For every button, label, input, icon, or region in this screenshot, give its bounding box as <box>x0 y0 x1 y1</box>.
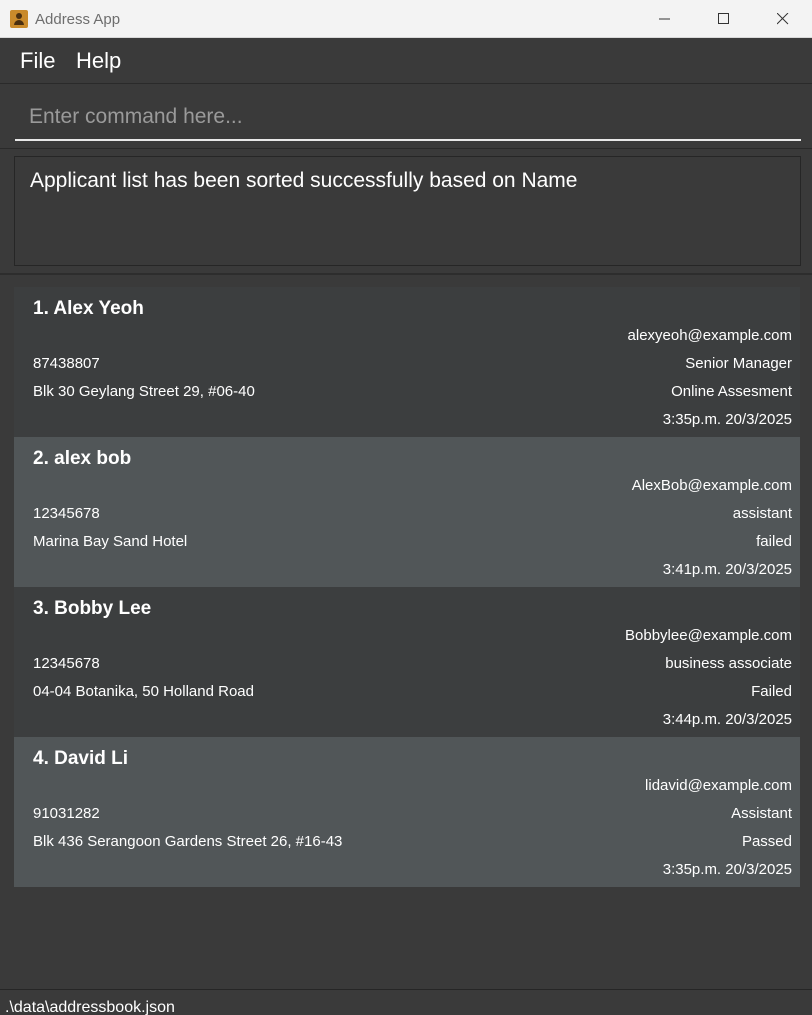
applicant-job: business associate <box>665 655 792 672</box>
data-file-path: .\data\addressbook.json <box>5 999 175 1015</box>
menu-bar: File Help <box>0 38 812 82</box>
applicant-address: Blk 30 Geylang Street 29, #06-40 <box>33 383 255 400</box>
applicant-job: Assistant <box>731 805 792 822</box>
contact-book-icon <box>10 10 28 28</box>
close-icon <box>777 13 789 25</box>
maximize-button[interactable] <box>701 0 747 38</box>
applicant-time: 3:44p.m. 20/3/2025 <box>662 711 792 728</box>
status-bar: .\data\addressbook.json <box>0 989 812 1015</box>
applicant-time: 3:35p.m. 20/3/2025 <box>662 411 792 428</box>
applicant-status: Online Assesment <box>671 383 792 400</box>
applicant-email: lidavid@example.com <box>645 777 792 794</box>
applicant-name: 2. alex bob <box>33 448 132 469</box>
applicant-name: 4. David Li <box>33 748 129 769</box>
applicant-card[interactable]: 4. David Li lidavid@example.com 91031282… <box>14 737 800 887</box>
window-title: Address App <box>35 11 121 28</box>
applicant-name: 3. Bobby Lee <box>33 598 152 619</box>
applicant-card[interactable]: 2. alex bob AlexBob@example.com 12345678… <box>14 437 800 587</box>
applicant-card[interactable]: 3. Bobby Lee Bobbylee@example.com 123456… <box>14 587 800 737</box>
minimize-button[interactable] <box>642 0 688 38</box>
applicant-address: 04-04 Botanika, 50 Holland Road <box>33 683 254 700</box>
applicant-list[interactable]: 1. Alex Yeoh alexyeoh@example.com 874388… <box>14 287 800 887</box>
applicant-time: 3:35p.m. 20/3/2025 <box>662 861 792 878</box>
applicant-email: AlexBob@example.com <box>631 477 792 494</box>
applicant-status: Failed <box>751 683 792 700</box>
applicant-phone: 87438807 <box>33 355 100 372</box>
applicant-address: Marina Bay Sand Hotel <box>33 533 188 550</box>
applicant-job: assistant <box>732 505 792 522</box>
applicant-address: Blk 436 Serangoon Gardens Street 26, #16… <box>33 833 343 850</box>
command-input[interactable] <box>15 94 801 141</box>
applicant-phone: 12345678 <box>33 505 100 522</box>
result-message: Applicant list has been sorted successfu… <box>30 169 578 192</box>
applicant-job: Senior Manager <box>685 355 792 372</box>
title-bar: Address App <box>0 0 812 38</box>
maximize-icon <box>718 13 729 24</box>
applicant-email: alexyeoh@example.com <box>627 327 792 344</box>
applicant-time: 3:41p.m. 20/3/2025 <box>662 561 792 578</box>
applicant-card[interactable]: 1. Alex Yeoh alexyeoh@example.com 874388… <box>14 287 800 437</box>
applicant-phone: 12345678 <box>33 655 100 672</box>
applicant-status: Passed <box>741 833 792 850</box>
minimize-icon <box>659 18 670 20</box>
applicant-status: failed <box>756 533 792 550</box>
result-display: Applicant list has been sorted successfu… <box>14 156 801 266</box>
applicant-name: 1. Alex Yeoh <box>33 298 144 319</box>
menu-help[interactable]: Help <box>76 48 121 74</box>
applicant-phone: 91031282 <box>33 805 100 822</box>
close-button[interactable] <box>760 0 806 38</box>
applicant-email: Bobbylee@example.com <box>625 627 792 644</box>
command-box <box>0 83 812 149</box>
divider <box>0 273 812 275</box>
menu-file[interactable]: File <box>20 48 55 74</box>
